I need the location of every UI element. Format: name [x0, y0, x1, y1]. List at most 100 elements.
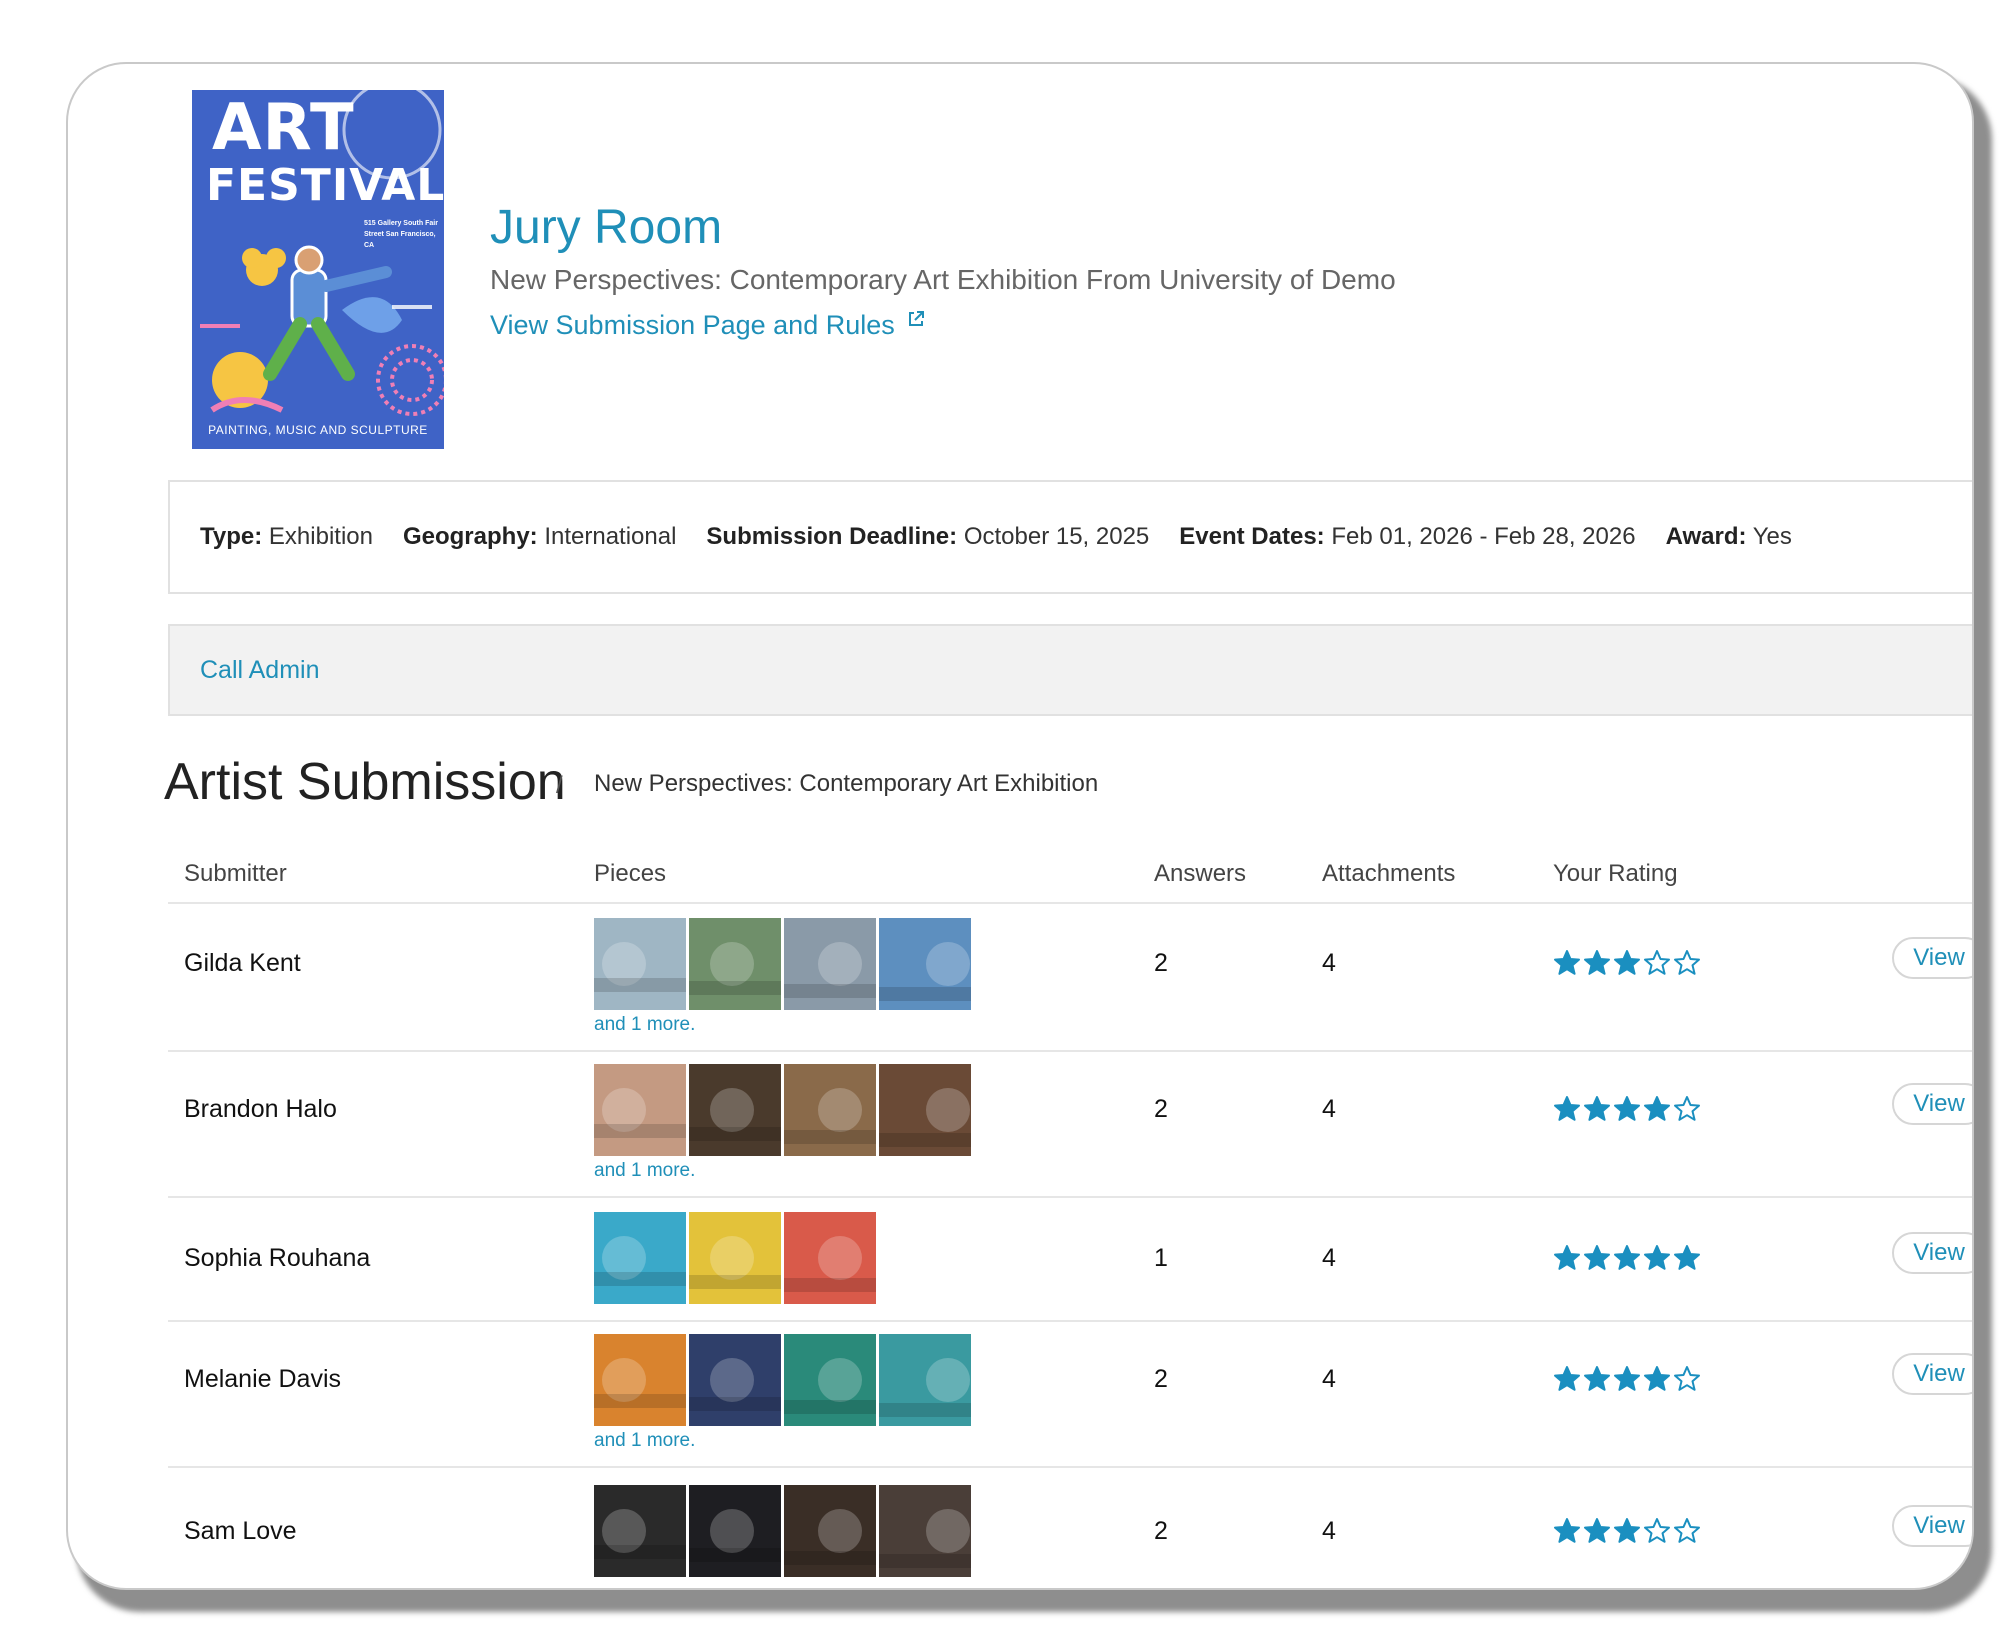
geography-info: Geography: International: [402, 523, 677, 550]
piece-thumbnail[interactable]: [689, 1064, 781, 1156]
star-filled-icon[interactable]: [1583, 949, 1611, 977]
view-submission-page-link[interactable]: View Submission Page and Rules: [490, 310, 925, 341]
event-dates-info: Event Dates: Feb 01, 2026 - Feb 28, 2026: [1179, 523, 1636, 550]
star-filled-icon[interactable]: [1583, 1095, 1611, 1123]
star-empty-icon[interactable]: [1643, 1517, 1671, 1545]
piece-thumbnail[interactable]: [784, 1064, 876, 1156]
star-filled-icon[interactable]: [1613, 1365, 1641, 1393]
star-empty-icon[interactable]: [1673, 1517, 1701, 1545]
piece-thumbnail[interactable]: [594, 1212, 686, 1304]
star-filled-icon[interactable]: [1643, 1365, 1671, 1393]
submitter-name: Sam Love: [184, 1517, 297, 1545]
rating-stars[interactable]: [1553, 1517, 1701, 1545]
piece-thumbnail[interactable]: [594, 1485, 686, 1577]
jury-room-window: ART FESTIVAL 515 Gallery South Fair Stre…: [66, 62, 1974, 1590]
rating-stars[interactable]: [1553, 1365, 1701, 1393]
view-submission-button[interactable]: View: [1892, 1353, 1972, 1395]
piece-thumbnail[interactable]: [879, 1064, 971, 1156]
call-info-bar: Type: Exhibition Geography: Internationa…: [168, 480, 1972, 594]
submitter-name: Sophia Rouhana: [184, 1244, 371, 1272]
admin-bar: Call Admin: [168, 624, 1972, 716]
star-filled-icon[interactable]: [1553, 1095, 1581, 1123]
star-filled-icon[interactable]: [1553, 949, 1581, 977]
more-pieces-link[interactable]: and 1 more.: [594, 1430, 695, 1452]
star-empty-icon[interactable]: [1673, 949, 1701, 977]
star-filled-icon[interactable]: [1613, 949, 1641, 977]
star-filled-icon[interactable]: [1643, 1244, 1671, 1272]
piece-thumbnail[interactable]: [879, 1334, 971, 1426]
star-filled-icon[interactable]: [1583, 1365, 1611, 1393]
poster-address: 515 Gallery South Fair Street San Franci…: [364, 220, 438, 249]
piece-thumbnail[interactable]: [689, 1334, 781, 1426]
star-empty-icon[interactable]: [1673, 1095, 1701, 1123]
piece-thumbnail[interactable]: [784, 1212, 876, 1304]
header-rating: Your Rating: [1553, 860, 1678, 887]
star-filled-icon[interactable]: [1553, 1244, 1581, 1272]
table-row: Gilda Kent and 1 more. 2 4 View: [168, 906, 1972, 1052]
submitter-name: Gilda Kent: [184, 949, 301, 977]
call-admin-link[interactable]: Call Admin: [200, 656, 320, 685]
pieces-thumbnails: [594, 918, 971, 1010]
star-empty-icon[interactable]: [1673, 1365, 1701, 1393]
piece-thumbnail[interactable]: [689, 918, 781, 1010]
piece-thumbnail[interactable]: [594, 1064, 686, 1156]
attachments-count: 4: [1322, 949, 1336, 977]
header-pieces: Pieces: [594, 860, 667, 887]
pieces-thumbnails: [594, 1064, 971, 1156]
star-filled-icon[interactable]: [1553, 1517, 1581, 1545]
piece-thumbnail[interactable]: [879, 918, 971, 1010]
pieces-thumbnails: [594, 1334, 971, 1426]
section-title: Artist Submission: [164, 753, 566, 811]
piece-thumbnail[interactable]: [594, 918, 686, 1010]
piece-thumbnail[interactable]: [689, 1212, 781, 1304]
star-empty-icon[interactable]: [1643, 949, 1671, 977]
star-filled-icon[interactable]: [1583, 1517, 1611, 1545]
attachments-count: 4: [1322, 1244, 1336, 1272]
piece-thumbnail[interactable]: [784, 918, 876, 1010]
poster-footer: PAINTING, MUSIC AND SCULPTURE: [208, 423, 428, 437]
breadcrumb-separator: /: [556, 772, 563, 799]
answers-count: 2: [1154, 1095, 1168, 1123]
piece-thumbnail[interactable]: [689, 1485, 781, 1577]
more-pieces-link[interactable]: and 1 more.: [594, 1014, 695, 1036]
more-pieces-link[interactable]: and 1 more.: [594, 1160, 695, 1182]
header-attachments: Attachments: [1322, 860, 1456, 887]
call-subtitle: New Perspectives: Contemporary Art Exhib…: [490, 264, 1396, 295]
type-info: Type: Exhibition: [200, 523, 373, 550]
star-filled-icon[interactable]: [1613, 1095, 1641, 1123]
star-filled-icon[interactable]: [1583, 1244, 1611, 1272]
poster-title-line2: FESTIVAL: [206, 160, 444, 211]
deadline-info: Submission Deadline: October 15, 2025: [706, 523, 1150, 550]
view-submission-button[interactable]: View: [1892, 1505, 1972, 1547]
piece-thumbnail[interactable]: [879, 1485, 971, 1577]
rating-stars[interactable]: [1553, 1244, 1701, 1272]
piece-thumbnail[interactable]: [784, 1485, 876, 1577]
piece-thumbnail[interactable]: [784, 1334, 876, 1426]
answers-count: 2: [1154, 949, 1168, 977]
header-submitter: Submitter: [184, 860, 287, 887]
table-row: Melanie Davis and 1 more. 2 4 View: [168, 1322, 1972, 1468]
star-filled-icon[interactable]: [1643, 1095, 1671, 1123]
submitter-name: Melanie Davis: [184, 1365, 342, 1393]
attachments-count: 4: [1322, 1095, 1336, 1123]
submitter-name: Brandon Halo: [184, 1095, 337, 1123]
table-row: Sophia Rouhana 1 4 View: [168, 1198, 1972, 1322]
view-submission-button[interactable]: View: [1892, 937, 1972, 979]
pieces-thumbnails: [594, 1485, 971, 1577]
rating-stars[interactable]: [1553, 949, 1701, 977]
view-submission-button[interactable]: View: [1892, 1232, 1972, 1274]
rating-stars[interactable]: [1553, 1095, 1701, 1123]
answers-count: 1: [1154, 1244, 1168, 1272]
award-info: Award: Yes: [1665, 523, 1792, 550]
star-filled-icon[interactable]: [1613, 1244, 1641, 1272]
star-filled-icon[interactable]: [1613, 1517, 1641, 1545]
poster-title-line1: ART: [212, 91, 355, 165]
star-filled-icon[interactable]: [1553, 1365, 1581, 1393]
breadcrumb: New Perspectives: Contemporary Art Exhib…: [594, 770, 1099, 797]
piece-thumbnail[interactable]: [594, 1334, 686, 1426]
answers-count: 2: [1154, 1517, 1168, 1545]
star-filled-icon[interactable]: [1673, 1244, 1701, 1272]
pieces-thumbnails: [594, 1212, 876, 1304]
view-submission-button[interactable]: View: [1892, 1083, 1972, 1125]
table-row: Sam Love 2 4 View: [168, 1468, 1972, 1588]
